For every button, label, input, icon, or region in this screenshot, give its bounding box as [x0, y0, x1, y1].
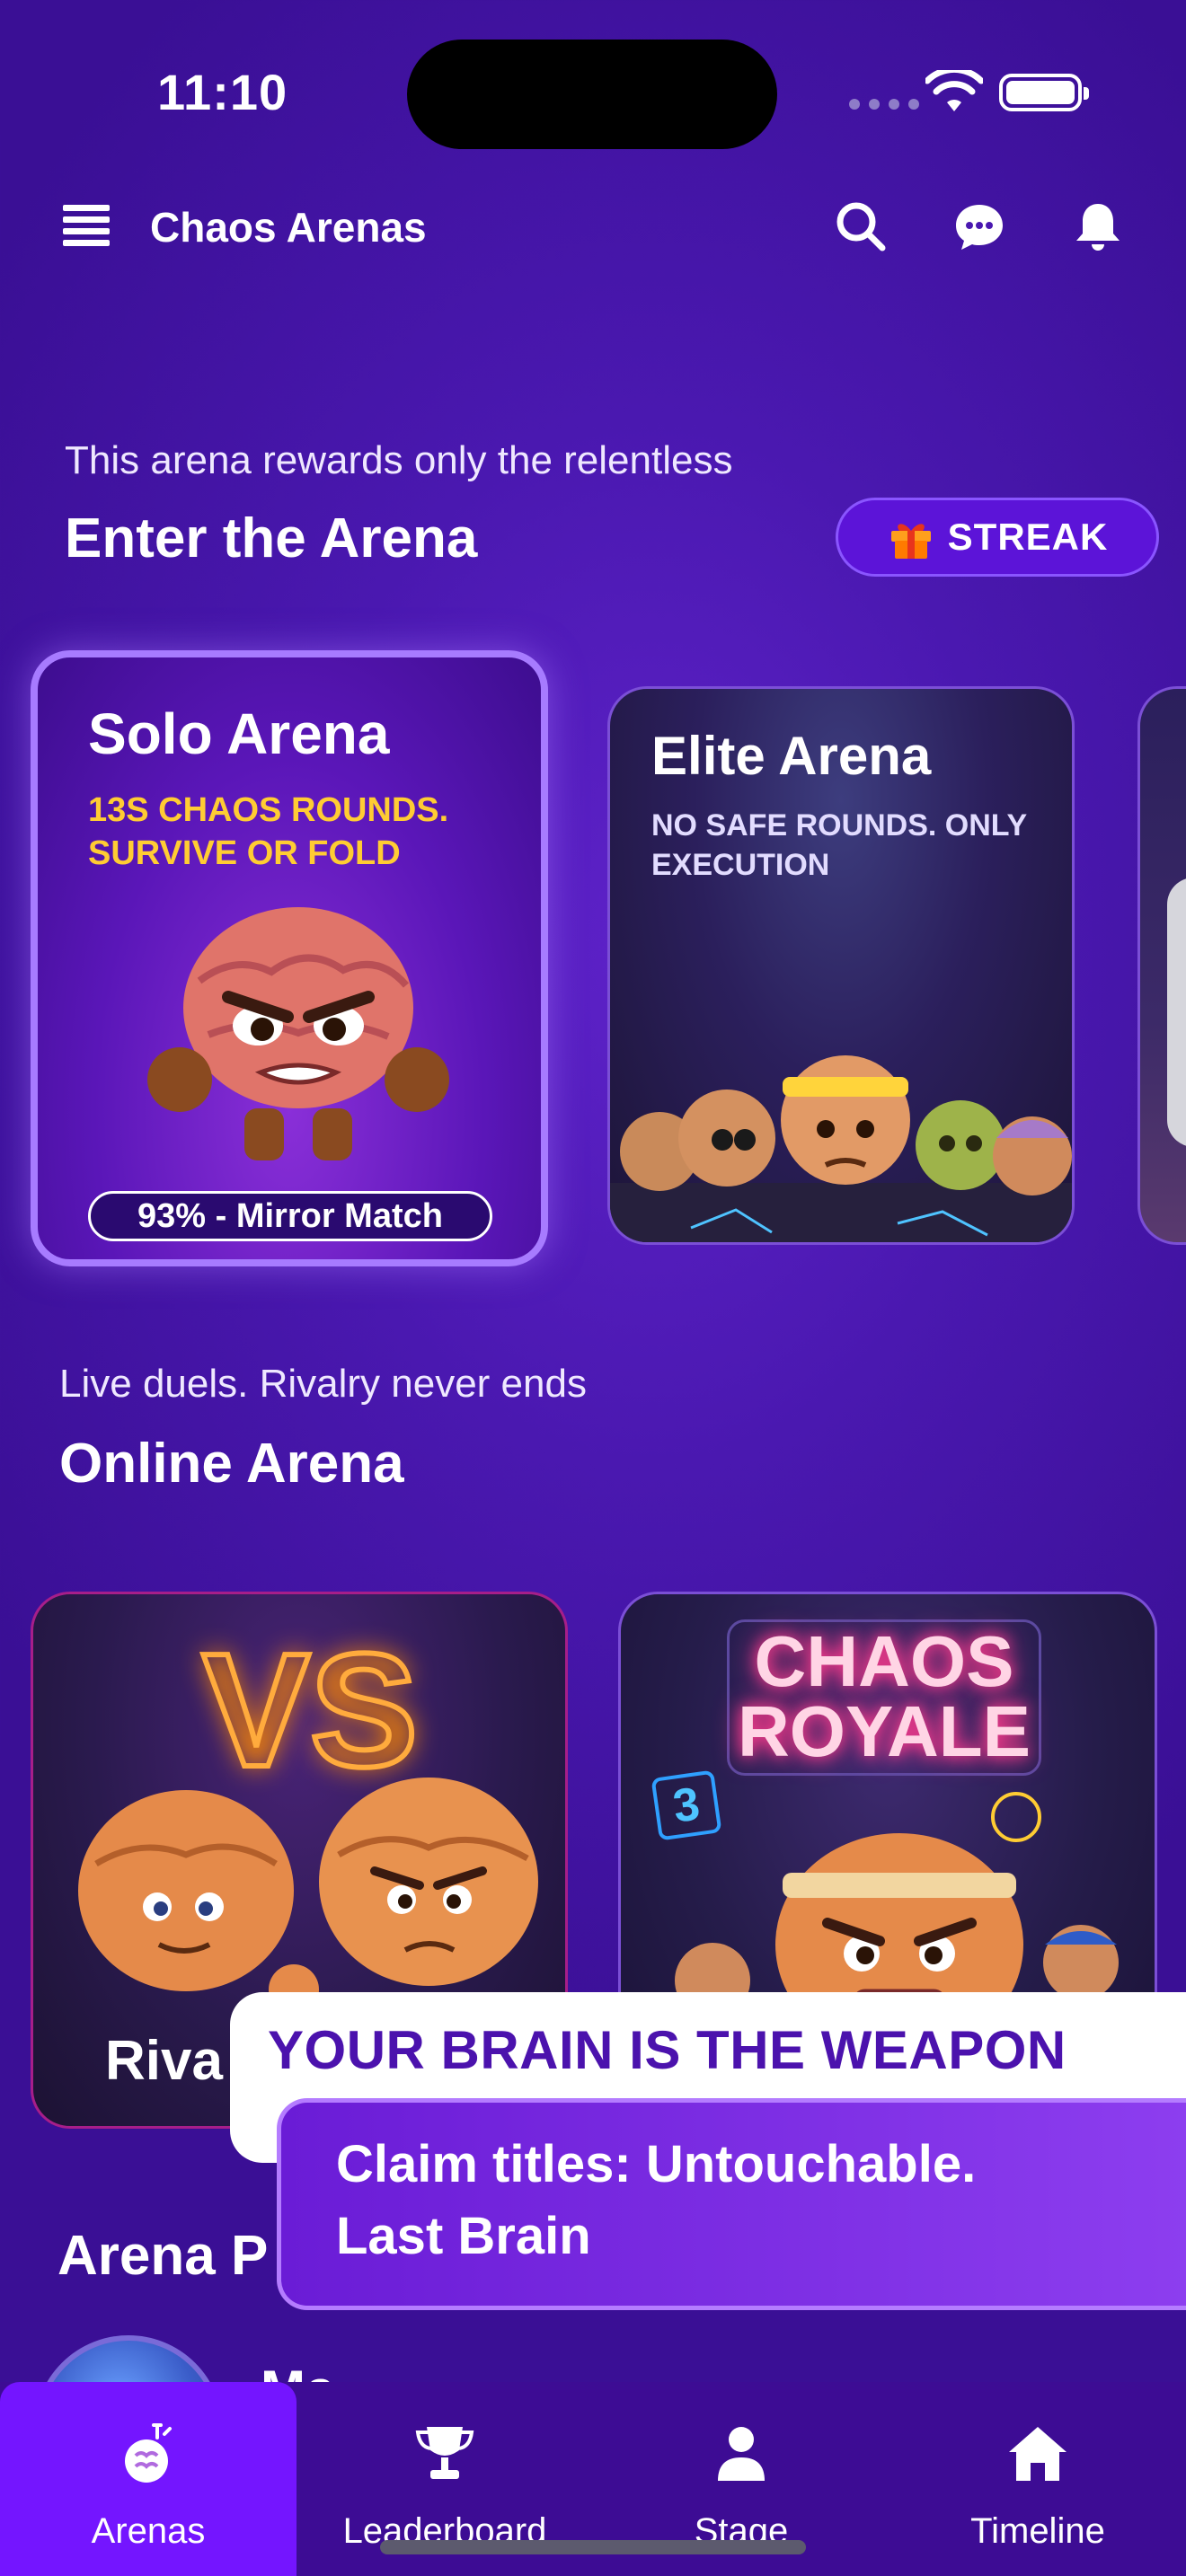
angry-brain-character-illustration: [147, 907, 449, 1160]
arena-card-partial[interactable]: [1137, 686, 1186, 1245]
home-indicator[interactable]: [380, 2540, 806, 2554]
enter-arena-kicker: This arena rewards only the relentless: [65, 438, 733, 482]
mirror-match-badge: 93% - Mirror Match: [88, 1191, 492, 1241]
nav-item-timeline[interactable]: Timeline: [890, 2382, 1186, 2576]
notification-bell-icon[interactable]: [1071, 199, 1125, 253]
online-arena-kicker: Live duels. Rivalry never ends: [59, 1362, 587, 1406]
nav-label-timeline: Timeline: [970, 2511, 1105, 2551]
trophy-icon: [415, 2427, 474, 2479]
brain-flask-icon: [125, 2423, 172, 2483]
claim-titles-text: Claim titles: Untouchable. Last Brain: [336, 2135, 977, 2265]
cellular-signal-icon: [849, 99, 919, 110]
elite-arena-subtitle: NO SAFE ROUNDS. ONLY EXECUTION: [651, 808, 1027, 882]
status-time: 11:10: [157, 64, 288, 120]
brain-squad-illustration: [610, 1055, 1072, 1242]
enter-arena-title: Enter the Arena: [65, 507, 478, 569]
weapon-banner-headline: YOUR BRAIN IS THE WEAPON: [268, 2020, 1067, 2080]
elite-arena-title: Elite Arena: [651, 726, 932, 786]
solo-arena-card[interactable]: Solo Arena 13S CHAOS ROUNDS. SURVIVE OR …: [31, 650, 548, 1266]
chat-icon[interactable]: [952, 199, 1006, 253]
online-arena-title: Online Arena: [59, 1433, 404, 1495]
elite-arena-card[interactable]: Elite Arena NO SAFE ROUNDS. ONLY EXECUTI…: [607, 686, 1075, 1245]
streak-button[interactable]: STREAK: [836, 498, 1159, 577]
solo-arena-subtitle: 13S CHAOS ROUNDS. SURVIVE OR FOLD: [88, 791, 449, 872]
hamburger-menu-icon[interactable]: [63, 205, 110, 246]
search-icon[interactable]: [834, 199, 888, 253]
wrench-illustration: [1167, 878, 1186, 1147]
streak-label: STREAK: [947, 516, 1109, 558]
app-title: Chaos Arenas: [150, 204, 427, 251]
arena-partial-section-title: Arena P: [58, 2225, 269, 2287]
home-icon: [1009, 2427, 1067, 2481]
nav-item-arenas[interactable]: Arenas: [0, 2382, 296, 2576]
battery-icon: [999, 74, 1089, 111]
gift-icon: [890, 524, 931, 559]
rivals-label: Riva: [105, 2030, 223, 2092]
person-icon: [718, 2427, 765, 2481]
solo-arena-title: Solo Arena: [88, 701, 390, 766]
nav-label-arenas: Arenas: [91, 2511, 206, 2551]
dynamic-island: [407, 40, 777, 149]
wifi-icon: [925, 70, 983, 111]
